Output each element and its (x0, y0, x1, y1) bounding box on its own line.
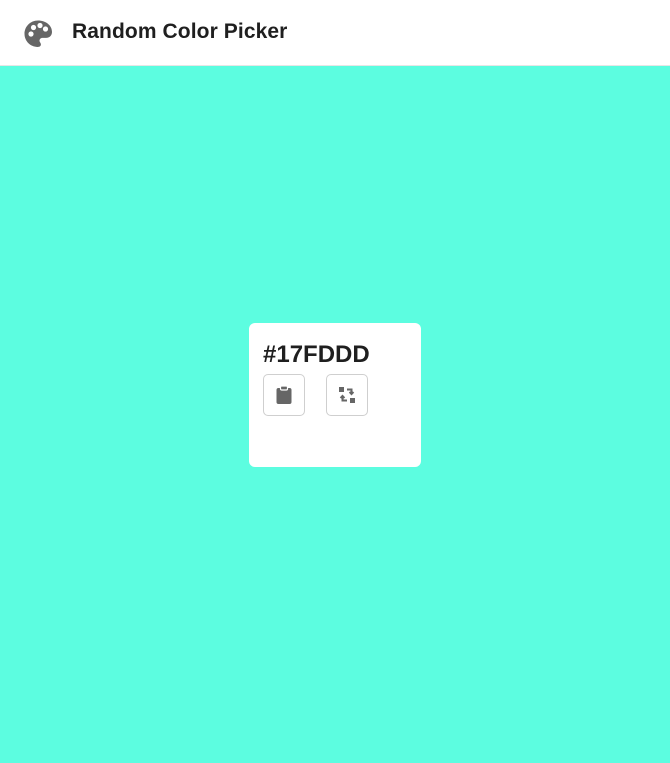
color-card: #17FDDD (249, 323, 421, 467)
clipboard-icon (275, 385, 293, 405)
hex-code-label: #17FDDD (263, 341, 370, 368)
app-title: Random Color Picker (72, 20, 288, 43)
palette-icon (22, 18, 54, 50)
swap-arrows-icon (337, 385, 357, 405)
app-window: Random Color Picker #17FDDD (0, 0, 670, 763)
app-header: Random Color Picker (0, 0, 670, 66)
copy-button[interactable] (263, 374, 305, 416)
random-color-button[interactable] (326, 374, 368, 416)
